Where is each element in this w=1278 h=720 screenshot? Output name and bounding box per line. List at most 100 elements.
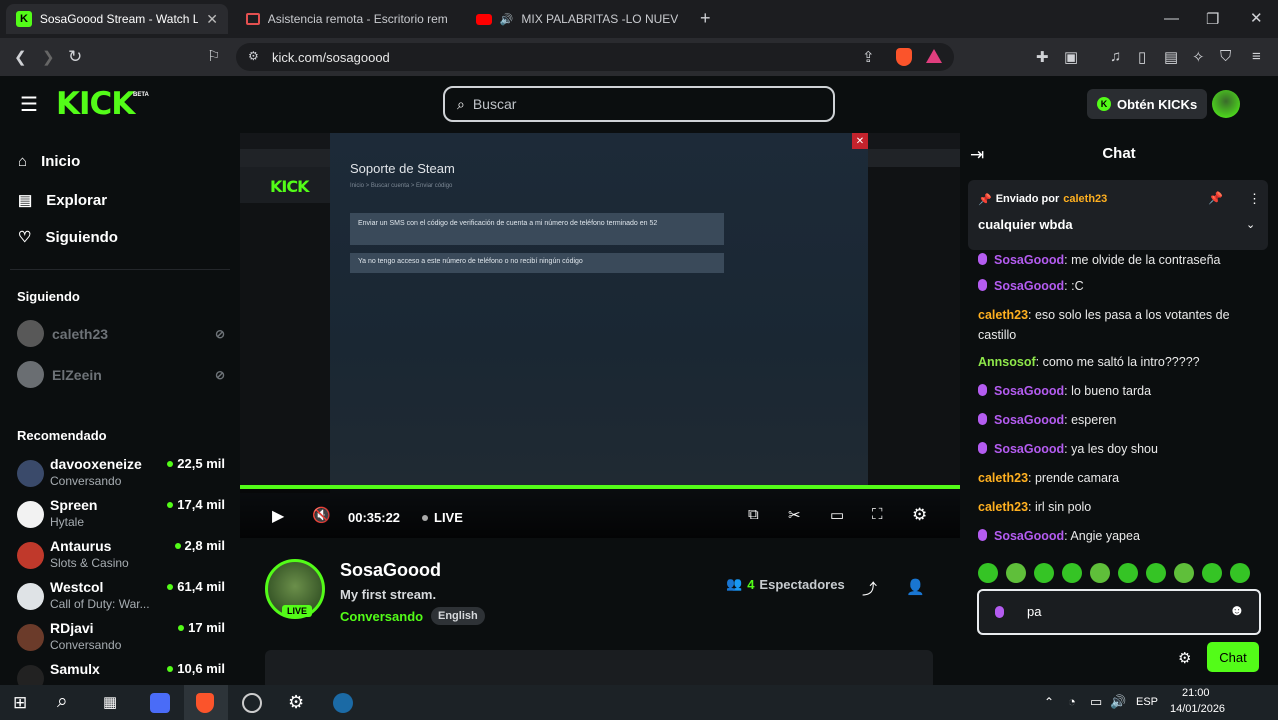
- emoji-picker-icon[interactable]: ☻: [1229, 602, 1245, 619]
- emote-icon[interactable]: [1090, 563, 1110, 583]
- site-info-icon[interactable]: ⚙: [248, 49, 259, 63]
- recommended-item[interactable]: Antaurus Slots & Casino 2,8 mil: [17, 538, 225, 574]
- network-icon[interactable]: ▭: [1090, 694, 1102, 710]
- emote-icon[interactable]: [978, 563, 998, 583]
- fullscreen-icon[interactable]: ⛶: [872, 506, 883, 523]
- emote-icon[interactable]: [1230, 563, 1250, 583]
- user-avatar[interactable]: [1212, 90, 1240, 118]
- following-item[interactable]: ElZeein ⊘: [17, 361, 225, 388]
- minimize-button[interactable]: —: [1164, 10, 1179, 27]
- close-window-button[interactable]: ✕: [1250, 9, 1263, 27]
- recommended-item[interactable]: RDjavi Conversando 17 mil: [17, 620, 225, 656]
- chat-username[interactable]: caleth23: [978, 500, 1028, 514]
- emote-icon[interactable]: [1006, 563, 1026, 583]
- recommended-item[interactable]: Spreen Hytale 17,4 mil: [17, 497, 225, 533]
- chat-username[interactable]: caleth23: [978, 471, 1028, 485]
- brave-rewards-icon[interactable]: [926, 49, 942, 63]
- chat-username[interactable]: SosaGoood: [994, 279, 1064, 293]
- search-icon[interactable]: ⌕: [57, 691, 68, 713]
- emote-icon[interactable]: [1146, 563, 1166, 583]
- back-icon[interactable]: ❮: [14, 48, 27, 66]
- tray-icon[interactable]: ◔: [1068, 694, 1076, 709]
- video-player[interactable]: KICK Soporte de Steam Inicio > Buscar cu…: [240, 133, 960, 538]
- sidebar-toggle-icon[interactable]: ▯: [1138, 48, 1146, 66]
- settings-icon[interactable]: ⚙: [912, 505, 927, 525]
- emote-icon[interactable]: [1062, 563, 1082, 583]
- chevron-down-icon[interactable]: ⌄: [1246, 218, 1255, 231]
- tab-kick[interactable]: K SosaGoood Stream - Watch Live ✕: [6, 4, 228, 34]
- task-view-icon[interactable]: ▦: [103, 693, 117, 711]
- volume-icon[interactable]: 🔊: [1110, 694, 1126, 710]
- recommended-item[interactable]: davooxeneize Conversando 22,5 mil: [17, 456, 225, 492]
- restore-button[interactable]: ❐: [1206, 10, 1219, 28]
- stream-category[interactable]: Conversando: [340, 609, 423, 624]
- steam-icon[interactable]: [333, 693, 353, 713]
- settings-app-icon[interactable]: ⚙: [288, 692, 304, 713]
- extensions-icon[interactable]: ✚: [1036, 48, 1049, 66]
- show-hidden-icons[interactable]: ⌃: [1044, 695, 1054, 709]
- new-tab-button[interactable]: +: [700, 8, 711, 29]
- chat-username[interactable]: SosaGoood: [994, 413, 1064, 427]
- share-icon[interactable]: ⤴: [862, 578, 877, 599]
- send-chat-button[interactable]: Chat: [1207, 642, 1259, 672]
- viewer-count: 22,5 mil: [167, 456, 225, 471]
- tab-remote[interactable]: Asistencia remota - Escritorio remoto: [236, 4, 458, 34]
- clip-icon[interactable]: ✂: [788, 506, 801, 524]
- emote-icon[interactable]: [1174, 563, 1194, 583]
- chat-username[interactable]: caleth23: [978, 308, 1028, 322]
- chat-username[interactable]: SosaGoood: [994, 442, 1064, 456]
- clock-time[interactable]: 21:00: [1182, 687, 1210, 699]
- language-tag[interactable]: English: [431, 607, 485, 625]
- app-icon[interactable]: [150, 693, 170, 713]
- language-indicator[interactable]: ESP: [1136, 696, 1158, 708]
- live-label[interactable]: LIVE: [434, 510, 463, 525]
- media-icon[interactable]: ♫: [1110, 48, 1121, 65]
- sidebar-item-explorar[interactable]: ▤ Explorar: [18, 191, 107, 210]
- bookmark-icon[interactable]: ⚐: [207, 47, 220, 65]
- hamburger-menu-icon[interactable]: ☰: [20, 92, 38, 117]
- clock-date[interactable]: 14/01/2026: [1170, 703, 1225, 715]
- chat-username[interactable]: SosaGoood: [994, 529, 1064, 543]
- address-bar[interactable]: ⚙ kick.com/sosagoood ⇪: [236, 43, 954, 71]
- chat-username[interactable]: Annsosof: [978, 355, 1036, 369]
- sidebar-item-siguiendo[interactable]: ♡ Siguiendo: [18, 228, 118, 247]
- kick-logo[interactable]: KICK: [56, 86, 135, 122]
- close-tab-icon[interactable]: ✕: [206, 11, 218, 28]
- viewer-count: 👥 4 Espectadores: [726, 576, 845, 592]
- chat-username[interactable]: SosaGoood: [994, 384, 1064, 398]
- mute-icon[interactable]: 🔇: [312, 506, 331, 524]
- wallet-icon[interactable]: ▤: [1164, 48, 1178, 66]
- forward-icon[interactable]: ❯: [42, 48, 55, 66]
- tab-youtube[interactable]: 🔊 MIX PALABRITAS -LO NUEVO DE: [466, 4, 688, 34]
- get-kicks-button[interactable]: K Obtén KICKs: [1087, 89, 1208, 119]
- search-input[interactable]: ⌕ Buscar: [443, 86, 835, 122]
- chat-username[interactable]: SosaGoood: [994, 253, 1064, 267]
- emote-icon[interactable]: [1034, 563, 1054, 583]
- screenshot-icon[interactable]: ▣: [1064, 48, 1078, 66]
- more-options-icon[interactable]: ⋮: [1248, 191, 1261, 207]
- windows-start-icon[interactable]: ⊞: [13, 693, 27, 713]
- emote-icon[interactable]: [1118, 563, 1138, 583]
- theater-mode-icon[interactable]: ▭: [830, 506, 844, 524]
- sidebar-item-inicio[interactable]: ⌂ Inicio: [18, 153, 80, 170]
- play-icon[interactable]: ▶: [272, 506, 284, 526]
- follow-icon[interactable]: 👤: [906, 578, 925, 596]
- chat-settings-icon[interactable]: ⚙: [1178, 649, 1191, 667]
- obs-icon[interactable]: [242, 693, 262, 713]
- unpin-icon[interactable]: 📌: [1208, 191, 1223, 205]
- leo-ai-icon[interactable]: ✧: [1192, 48, 1205, 66]
- reload-icon[interactable]: ↻: [68, 47, 82, 67]
- brave-shields-icon[interactable]: [896, 48, 912, 66]
- miniplayer-icon[interactable]: ⧉: [748, 506, 759, 523]
- recommended-item[interactable]: Westcol Call of Duty: War... 61,4 mil: [17, 579, 225, 615]
- chat-input[interactable]: pa ☻: [977, 589, 1261, 635]
- vpn-icon[interactable]: ⛉: [1220, 48, 1231, 65]
- share-icon[interactable]: ⇪: [862, 48, 875, 66]
- emote-icon[interactable]: [1202, 563, 1222, 583]
- pinned-message[interactable]: 📌 Enviado por caleth23 cualquier wbda 📌 …: [968, 180, 1268, 250]
- menu-icon[interactable]: ≡: [1252, 48, 1261, 65]
- live-dot-icon: [178, 624, 185, 631]
- recommended-item[interactable]: Samulx 10,6 mil: [17, 661, 225, 685]
- following-item[interactable]: caleth23 ⊘: [17, 320, 225, 347]
- channel-name[interactable]: SosaGoood: [340, 560, 441, 581]
